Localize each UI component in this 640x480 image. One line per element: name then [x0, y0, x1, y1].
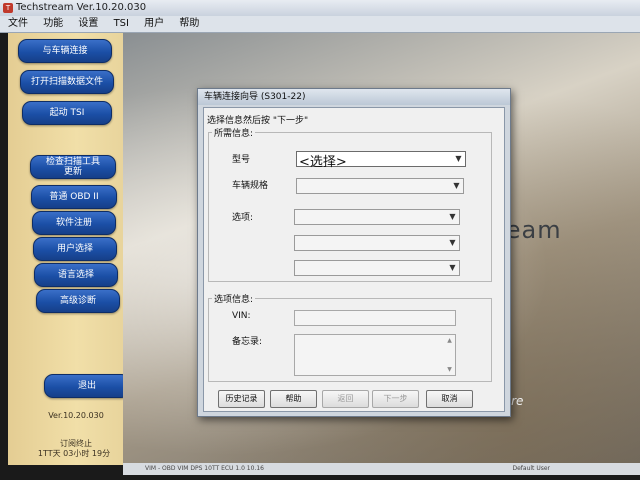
vin-label: VIN:: [232, 311, 251, 321]
model-label: 型号: [232, 155, 251, 165]
help-button[interactable]: 帮助: [270, 390, 317, 408]
scroll-down-icon[interactable]: ▼: [445, 365, 454, 374]
app-icon: T: [3, 3, 13, 13]
menu-settings[interactable]: 设置: [78, 16, 98, 32]
next-button[interactable]: 下一步: [372, 390, 419, 408]
status-left-text: VIM - OBD VIM DPS 10TT ECU 1.0 10.16: [145, 465, 264, 472]
option-select-1[interactable]: ▼: [294, 209, 460, 225]
option-info-label: 选项信息:: [212, 292, 256, 305]
check-scantool-update-line2: 更新: [63, 167, 82, 177]
memo-field[interactable]: ▲ ▼: [294, 334, 456, 376]
option-select-2[interactable]: ▼: [294, 235, 460, 251]
user-select-button[interactable]: 用户选择: [33, 237, 117, 261]
required-info-label: 所需信息:: [212, 126, 256, 139]
chevron-down-icon[interactable]: ▼: [453, 153, 464, 165]
vehicle-connect-dialog: 车辆连接向导 (S301-22) 选择信息然后按 "下一步" 所需信息: 型号 …: [197, 88, 511, 417]
connect-vehicle-button[interactable]: 与车辆连接: [18, 39, 112, 63]
advanced-diagnosis-button[interactable]: 高级诊断: [36, 289, 120, 313]
menu-bar: 文件 功能 设置 TSI 用户 帮助: [0, 16, 640, 33]
status-bar: VIM - OBD VIM DPS 10TT ECU 1.0 10.16 Def…: [123, 463, 640, 475]
subscription-remaining: 1TT天 03小时 19分: [37, 449, 111, 458]
menu-file[interactable]: 文件: [8, 16, 28, 32]
menu-function[interactable]: 功能: [43, 16, 63, 32]
left-panel: 与车辆连接 打开扫描数据文件 起动 TSI 检查扫描工具 更新 普通 OBD I…: [8, 33, 130, 465]
check-scantool-update-line1: 检查扫描工具: [45, 157, 100, 167]
dialog-body: 选择信息然后按 "下一步" 所需信息: 型号 <选择> ▼ 车辆规格 ▼ 选项:…: [203, 107, 505, 412]
scroll-up-icon[interactable]: ▲: [445, 336, 454, 345]
language-select-button[interactable]: 语言选择: [34, 263, 118, 287]
back-button[interactable]: 返回: [322, 390, 369, 408]
title-bar: T Techstream Ver.10.20.030: [0, 0, 640, 16]
screen: T Techstream Ver.10.20.030 文件 功能 设置 TSI …: [0, 0, 640, 480]
chevron-down-icon[interactable]: ▼: [451, 180, 462, 192]
memo-label: 备忘录:: [232, 337, 263, 347]
model-select-value: <选择>: [299, 155, 347, 170]
options-label: 选项:: [232, 213, 254, 223]
exit-button[interactable]: 退出: [44, 374, 130, 398]
menu-help[interactable]: 帮助: [179, 16, 199, 32]
vehicle-spec-select[interactable]: ▼: [296, 178, 464, 194]
dialog-instruction: 选择信息然后按 "下一步": [207, 116, 309, 126]
menu-tsi[interactable]: TSI: [114, 16, 129, 32]
history-button[interactable]: 历史记录: [218, 390, 265, 408]
vehicle-spec-label: 车辆规格: [232, 181, 269, 191]
option-select-3[interactable]: ▼: [294, 260, 460, 276]
version-text: Ver.10.20.030: [48, 411, 104, 420]
status-user-text: Default User: [512, 465, 550, 472]
open-scan-data-button[interactable]: 打开扫描数据文件: [20, 70, 114, 94]
chevron-down-icon[interactable]: ▼: [447, 262, 458, 274]
cancel-button[interactable]: 取消: [426, 390, 473, 408]
window-title: Techstream Ver.10.20.030: [16, 2, 147, 13]
obd-ii-button[interactable]: 普通 OBD II: [31, 185, 117, 209]
chevron-down-icon[interactable]: ▼: [447, 211, 458, 223]
software-registration-button[interactable]: 软件注册: [32, 211, 116, 235]
dialog-title: 车辆连接向导 (S301-22): [204, 92, 306, 102]
menu-user[interactable]: 用户: [144, 16, 164, 32]
start-tsi-button[interactable]: 起动 TSI: [22, 101, 112, 125]
check-scantool-update-button[interactable]: 检查扫描工具 更新: [30, 155, 116, 179]
chevron-down-icon[interactable]: ▼: [447, 237, 458, 249]
dialog-title-bar: 车辆连接向导 (S301-22): [198, 89, 510, 105]
vin-field[interactable]: [294, 310, 456, 326]
model-select[interactable]: <选择> ▼: [296, 151, 466, 170]
